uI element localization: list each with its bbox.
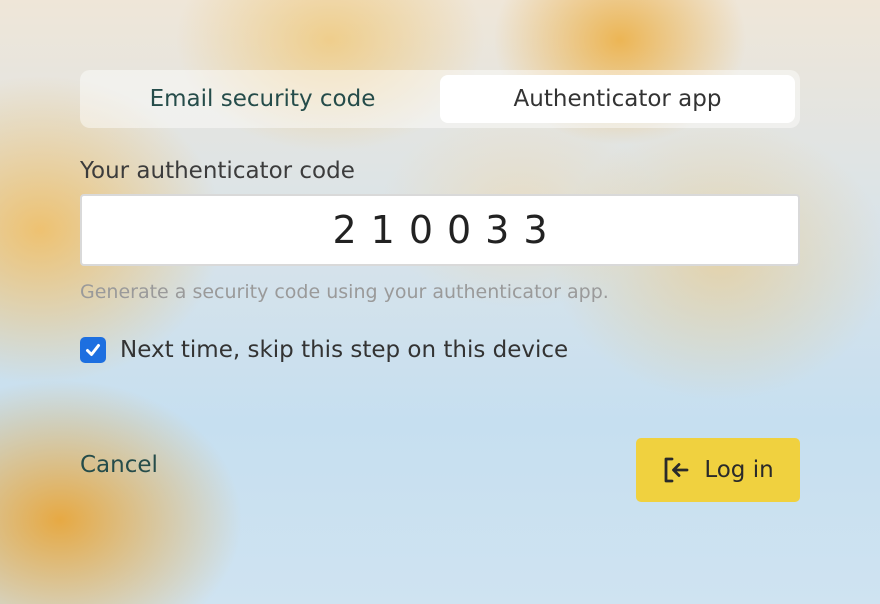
checkmark-icon <box>86 344 100 356</box>
login-button-label: Log in <box>704 457 774 483</box>
remember-device-label[interactable]: Next time, skip this step on this device <box>120 337 568 363</box>
remember-device-row: Next time, skip this step on this device <box>80 337 800 363</box>
authenticator-code-input[interactable] <box>80 194 800 266</box>
login-button[interactable]: Log in <box>636 438 800 502</box>
tab-authenticator-app[interactable]: Authenticator app <box>440 75 795 123</box>
login-panel: Email security code Authenticator app Yo… <box>80 70 800 363</box>
tab-email-security-code[interactable]: Email security code <box>85 75 440 123</box>
code-label: Your authenticator code <box>80 158 355 184</box>
code-hint: Generate a security code using your auth… <box>80 281 609 303</box>
cancel-link[interactable]: Cancel <box>80 452 158 478</box>
login-arrow-icon <box>662 456 690 484</box>
method-tabs: Email security code Authenticator app <box>80 70 800 128</box>
remember-device-checkbox[interactable] <box>80 337 106 363</box>
